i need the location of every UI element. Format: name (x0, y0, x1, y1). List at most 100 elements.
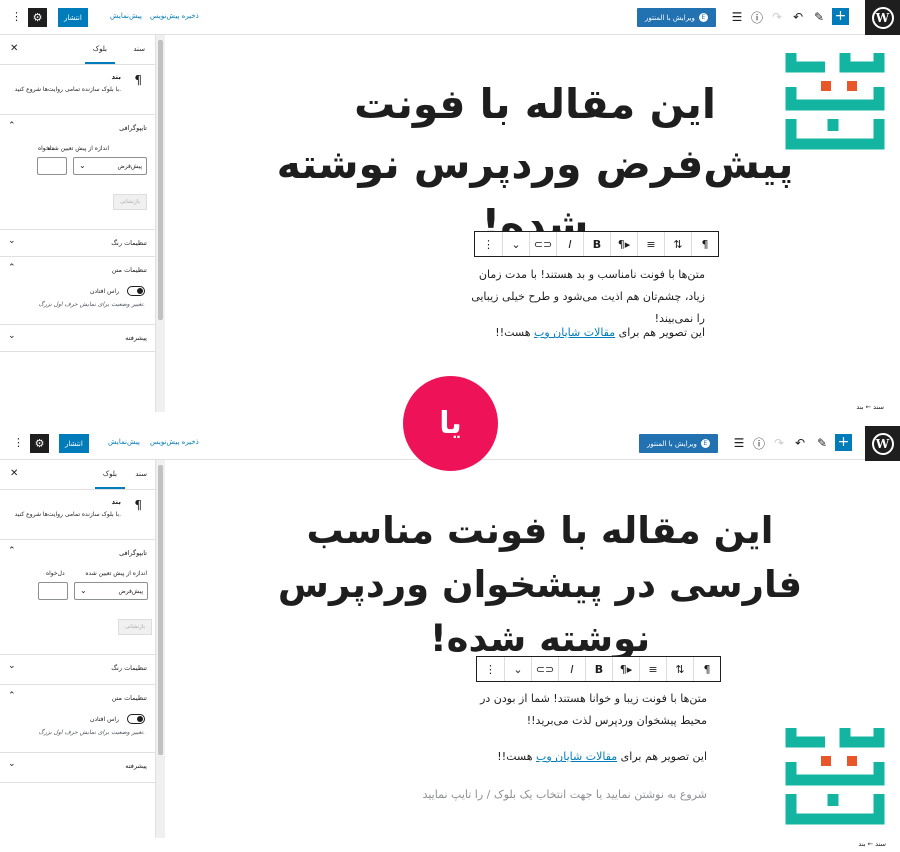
chevron-up-icon[interactable]: ⌃ (8, 691, 16, 701)
font-size-select-value: پیش‌فرض (118, 588, 143, 595)
tab-block[interactable]: بلوک (84, 45, 115, 64)
list-view-icon[interactable]: ☰ (728, 8, 746, 26)
paragraph-text: این تصویر هم برای (615, 326, 705, 339)
or-badge: یا (403, 376, 498, 471)
kebab-icon[interactable]: ⋮ (13, 436, 24, 449)
sidebar-scrollbar[interactable] (156, 35, 165, 412)
close-icon[interactable]: ✕ (10, 43, 18, 54)
align-button[interactable]: ≡ (637, 232, 664, 256)
block-options-button[interactable]: ⋮ (477, 657, 504, 681)
color-settings-heading[interactable]: تنظیمات رنگ (111, 239, 147, 247)
chevron-down-icon[interactable]: ⌄ (8, 661, 16, 671)
add-block-button[interactable]: + (835, 434, 852, 451)
move-up-down-button[interactable]: ⇅ (664, 232, 691, 256)
link-button[interactable]: ⊂⊃ (531, 657, 558, 681)
settings-sidebar: ✕ سند بلوک ¶ بند با بلوک سازنده تمامی رو… (0, 35, 156, 412)
sidebar-tabs: ✕ سند بلوک (0, 35, 155, 65)
drop-cap-toggle[interactable] (127, 286, 145, 296)
gear-icon[interactable]: ⚙ (30, 434, 49, 453)
more-formatting-button[interactable]: ⌄ (504, 657, 531, 681)
typography-panel: ⌃ تایپوگرافی اندازه از پیش تعیین شده دل‌… (0, 540, 155, 655)
breadcrumb[interactable]: سند ← بند (856, 403, 884, 411)
pencil-icon[interactable]: ✎ (810, 8, 828, 26)
edit-with-elementor-button[interactable]: ویرایش با المنتور E (637, 8, 716, 27)
advanced-heading[interactable]: پیشرفته (125, 762, 147, 770)
text-settings-heading[interactable]: تنظیمات متن (112, 694, 147, 702)
paragraph-text-end: هست!! (495, 326, 535, 339)
sidebar-tabs: ✕ سند بلوک (0, 460, 155, 490)
link-button[interactable]: ⊂⊃ (529, 232, 556, 256)
move-up-down-button[interactable]: ⇅ (666, 657, 693, 681)
chevron-up-icon[interactable]: ⌃ (8, 121, 16, 131)
save-draft-link[interactable]: ذخیره پیش‌نویس (150, 438, 199, 446)
paragraph-block-link[interactable]: این تصویر هم برای مقالات شایان وب هست!! (470, 746, 707, 768)
gear-icon[interactable]: ⚙ (28, 8, 47, 27)
tab-document[interactable]: سند (133, 45, 145, 53)
wordpress-logo-button[interactable]: W (865, 426, 900, 461)
reset-button[interactable]: بازنشانی (113, 194, 147, 210)
sidebar-scrollbar[interactable] (156, 460, 165, 838)
chevron-up-icon[interactable]: ⌃ (8, 263, 16, 273)
wordpress-logo-button[interactable]: W (865, 0, 900, 35)
pencil-icon[interactable]: ✎ (813, 434, 831, 452)
paragraph-type-button[interactable]: ¶ (691, 232, 718, 256)
kebab-icon[interactable]: ⋮ (11, 10, 22, 23)
color-settings-heading[interactable]: تنظیمات رنگ (111, 664, 147, 672)
chevron-down-icon[interactable]: ⌄ (8, 759, 16, 769)
paragraph-block[interactable]: متن‌ها با فونت نامناسب و بد هستند! با مد… (470, 264, 705, 330)
shayan-web-link[interactable]: مقالات شایان وب (534, 326, 615, 339)
paragraph-block[interactable]: متن‌ها با فونت زیبا و خوانا هستند! شما ا… (470, 688, 707, 732)
block-options-button[interactable]: ⋮ (475, 232, 502, 256)
breadcrumb[interactable]: سند ← بند (858, 840, 886, 848)
bold-button[interactable]: B (585, 657, 612, 681)
bold-button[interactable]: B (583, 232, 610, 256)
align-button[interactable]: ≡ (639, 657, 666, 681)
editor-screen-default-font: W + ✎ ↶ ↷ ⓘ ☰ ویرایش با المنتور E ⚙ ⋮ ان… (0, 0, 900, 414)
redo-icon[interactable]: ↷ (768, 8, 786, 26)
typography-heading[interactable]: تایپوگرافی (119, 549, 147, 557)
chevron-down-icon[interactable]: ⌄ (8, 331, 16, 341)
list-view-icon[interactable]: ☰ (730, 434, 748, 452)
text-direction-button[interactable]: ¶▸ (612, 657, 639, 681)
add-block-button[interactable]: + (832, 8, 849, 25)
undo-icon[interactable]: ↶ (789, 8, 807, 26)
typography-heading[interactable]: تایپوگرافی (119, 124, 147, 132)
kebab-icon: ⋮ (485, 662, 496, 676)
post-title[interactable]: این مقاله با فونت مناسب فارسی در پیشخوان… (240, 504, 840, 666)
post-title[interactable]: این مقاله با فونت پیش‌فرض وردپرس نوشته ش… (250, 74, 820, 254)
info-icon[interactable]: ⓘ (748, 8, 766, 26)
chevron-down-icon[interactable]: ⌄ (8, 236, 16, 246)
drop-cap-toggle[interactable] (127, 714, 145, 724)
preview-link[interactable]: پیش‌نمایش (110, 12, 142, 20)
font-size-select[interactable]: ⌄ پیش‌فرض (74, 582, 148, 600)
info-icon[interactable]: ⓘ (750, 434, 768, 452)
text-direction-button[interactable]: ¶▸ (610, 232, 637, 256)
edit-with-elementor-button[interactable]: ویرایش با المنتور E (639, 434, 718, 453)
text-settings-heading[interactable]: تنظیمات متن (112, 266, 147, 274)
tab-block[interactable]: بلوک (94, 470, 125, 489)
custom-size-input[interactable] (38, 582, 68, 600)
undo-icon[interactable]: ↶ (791, 434, 809, 452)
chevron-up-icon[interactable]: ⌃ (8, 546, 16, 556)
italic-button[interactable]: I (558, 657, 585, 681)
block-description: با بلوک سازنده تمامی روایت‌ها شروع کنید. (14, 511, 121, 518)
advanced-heading[interactable]: پیشرفته (125, 334, 147, 342)
publish-button[interactable]: انتشار (59, 434, 89, 453)
reset-button[interactable]: بازنشانی (118, 619, 152, 635)
italic-button[interactable]: I (556, 232, 583, 256)
empty-block-placeholder[interactable]: شروع به نوشتن نمایید یا جهت انتخاب یک بل… (370, 788, 707, 801)
paragraph-block-link[interactable]: این تصویر هم برای مقالات شایان وب هست!! (470, 322, 705, 344)
scrollbar-thumb[interactable] (158, 465, 163, 755)
redo-icon[interactable]: ↷ (770, 434, 788, 452)
close-icon[interactable]: ✕ (10, 468, 18, 479)
preview-link[interactable]: پیش‌نمایش (108, 438, 140, 446)
paragraph-type-button[interactable]: ¶ (693, 657, 720, 681)
shayan-web-link[interactable]: مقالات شایان وب (536, 750, 617, 763)
scrollbar-thumb[interactable] (158, 40, 163, 320)
custom-size-input[interactable] (37, 157, 67, 175)
more-formatting-button[interactable]: ⌄ (502, 232, 529, 256)
font-size-select[interactable]: ⌄ پیش‌فرض (73, 157, 147, 175)
save-draft-link[interactable]: ذخیره پیش‌نویس (150, 12, 199, 20)
publish-button[interactable]: انتشار (58, 8, 88, 27)
tab-document[interactable]: سند (135, 470, 147, 478)
